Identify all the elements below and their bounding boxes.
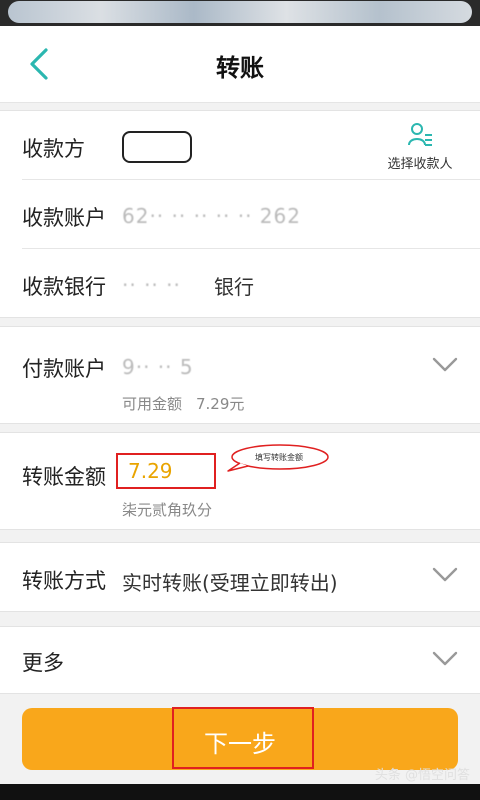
- available-balance-label: 可用金额: [122, 395, 183, 413]
- transfer-method-value: 实时转账(受理立即转出): [122, 571, 338, 595]
- blurred-status-area: [8, 1, 472, 23]
- payee-bank-suffix: 银行: [214, 275, 254, 299]
- payee-bank-row: 收款银行 ·· ·· ·· 银行: [0, 249, 480, 317]
- amount-in-words: 柒元贰角玖分: [122, 501, 213, 519]
- payee-row: 收款方 选择收款人: [0, 111, 480, 179]
- status-bar: [0, 0, 480, 26]
- payer-account-value: 9·· ·· 5: [122, 355, 194, 379]
- annotation-text: 填写转账金额: [255, 453, 303, 462]
- chevron-down-icon[interactable]: [432, 567, 458, 583]
- chevron-down-icon[interactable]: [432, 357, 458, 373]
- next-step-label: 下一步: [204, 730, 276, 758]
- more-options-card[interactable]: 更多: [0, 626, 480, 694]
- page-title: 转账: [216, 54, 264, 82]
- amount-input[interactable]: 7.29: [116, 453, 216, 489]
- payer-card[interactable]: 付款账户 9·· ·· 5 可用金额 7.29元: [0, 326, 480, 424]
- payee-account-value: 62·· ·· ·· ·· ·· 262: [122, 204, 301, 228]
- payee-bank-masked: ·· ·· ··: [122, 273, 181, 297]
- select-payee-button[interactable]: 选择收款人: [382, 121, 458, 172]
- transfer-method-label: 转账方式: [22, 569, 106, 593]
- payer-account-label: 付款账户: [22, 357, 106, 381]
- available-balance-value: 7.29元: [196, 395, 245, 413]
- payee-label: 收款方: [22, 137, 85, 161]
- header-bar: 转账: [0, 26, 480, 103]
- amount-label: 转账金额: [22, 465, 106, 489]
- person-list-icon: [408, 123, 432, 146]
- payee-account-row: 收款账户 62·· ·· ·· ·· ·· 262: [0, 180, 480, 248]
- watermark: 头条 @悟空问答: [374, 768, 470, 783]
- select-payee-label: 选择收款人: [387, 157, 453, 172]
- payee-card: 收款方 选择收款人 收款账户 62·· ·· ·· ·· ·· 262 收款银行…: [0, 110, 480, 318]
- more-label: 更多: [22, 651, 64, 675]
- next-step-button[interactable]: 下一步: [22, 707, 458, 770]
- chevron-down-icon[interactable]: [432, 651, 458, 667]
- payee-name-masked: [122, 131, 192, 163]
- payee-bank-label: 收款银行: [22, 275, 106, 299]
- bottom-bar: [0, 784, 480, 800]
- transfer-method-card[interactable]: 转账方式 实时转账(受理立即转出): [0, 542, 480, 612]
- payee-account-label: 收款账户: [22, 206, 106, 230]
